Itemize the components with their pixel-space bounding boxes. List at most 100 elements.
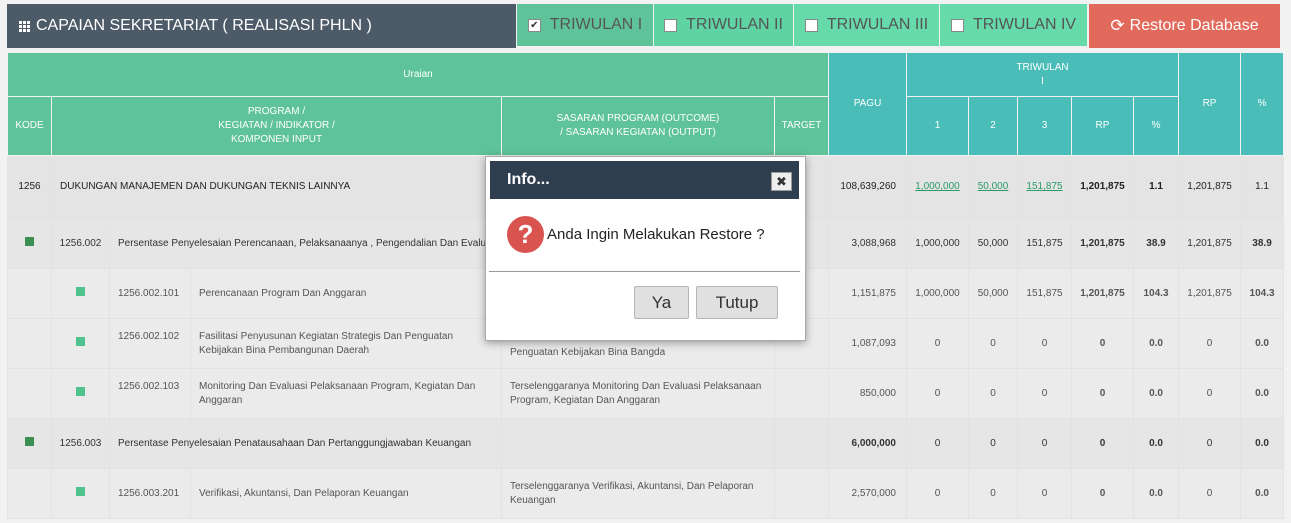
header-kode: KODE	[7, 96, 52, 156]
row-rp-total: 1,201,875	[1178, 218, 1242, 269]
grid-icon	[19, 20, 30, 32]
header-pct-total: %	[1240, 52, 1285, 156]
row-m1: 0	[906, 468, 969, 519]
row-m2-cell: 50,000	[968, 155, 1018, 219]
row-name: Persentase Penyelesaian Penatausahaan Da…	[109, 418, 502, 469]
row-m3: 151,875	[1017, 268, 1072, 319]
row-m1: 0	[906, 418, 969, 469]
row-m2-link[interactable]: 50,000	[978, 181, 1009, 192]
row-rp: 0	[1071, 368, 1134, 419]
row-marker	[51, 468, 110, 519]
row-target	[774, 468, 829, 519]
row-code: 1256.002.103	[118, 361, 191, 426]
header-triwulan-line: I	[1041, 75, 1044, 87]
row-pagu: 1,087,093	[828, 318, 907, 369]
tab-label: TRIWULAN I	[549, 16, 643, 33]
header-pagu: PAGU	[828, 52, 907, 156]
row-marker	[7, 418, 52, 469]
row-m1: 0	[906, 368, 969, 419]
row-code: 1256.002	[51, 218, 110, 269]
row-m1: 1,000,000	[906, 218, 969, 269]
dialog-body: ? Anda Ingin Melakukan Restore ?	[507, 216, 765, 253]
top-bar: CAPAIAN SEKRETARIAT ( REALISASI PHLN ) ✔…	[7, 4, 1283, 48]
tab-triwulan-4[interactable]: TRIWULAN IV	[940, 4, 1088, 46]
checkbox-icon[interactable]	[804, 18, 818, 32]
header-col-2: 2	[968, 96, 1018, 156]
row-pct: 104.3	[1132, 268, 1180, 319]
close-icon[interactable]: ✖	[771, 172, 792, 191]
question-icon: ?	[507, 216, 544, 253]
table-row[interactable]: 1256.003.201 Verifikasi, Akuntansi, Dan …	[7, 468, 1285, 519]
table-row[interactable]: 1256.003 Persentase Penyelesaian Penatau…	[7, 418, 1285, 469]
dialog-divider	[489, 271, 800, 272]
checkbox-checked-icon[interactable]: ✔	[527, 18, 541, 32]
row-m3: 0	[1017, 468, 1072, 519]
header-col-3: 3	[1017, 96, 1072, 156]
row-sasaran: Terselenggaranya Verifikasi, Akuntansi, …	[501, 468, 775, 519]
table-row[interactable]: 1256.002.103 Monitoring Dan Evaluasi Pel…	[7, 361, 1285, 426]
row-pagu: 3,088,968	[828, 218, 907, 269]
row-m3: 0	[1017, 318, 1072, 369]
row-m3: 0	[1017, 368, 1072, 419]
row-rp-total: 0	[1178, 468, 1242, 519]
row-marker	[7, 218, 52, 269]
row-pct-total: 0.0	[1240, 468, 1285, 519]
ya-button[interactable]: Ya	[634, 286, 689, 319]
row-name: Monitoring Dan Evaluasi Pelaksanaan Prog…	[199, 380, 476, 406]
header-sasaran-line: SASARAN PROGRAM (OUTCOME)	[556, 113, 720, 124]
checkbox-icon[interactable]	[950, 18, 964, 32]
row-name-cell: 1256.002.103 Monitoring Dan Evaluasi Pel…	[109, 361, 502, 426]
header-col-pct: %	[1132, 96, 1180, 156]
header-triwulan-line: TRIWULAN	[1016, 61, 1069, 73]
header-uraian: Uraian	[7, 52, 829, 97]
header-rp-total: RP	[1178, 52, 1242, 156]
row-sasaran: Terselenggaranya Monitoring Dan Evaluasi…	[501, 368, 775, 419]
checkbox-icon[interactable]	[664, 18, 678, 32]
row-m3: 0	[1017, 418, 1072, 469]
row-pct: 0.0	[1132, 318, 1180, 369]
tutup-button[interactable]: Tutup	[696, 286, 778, 319]
row-m3-link[interactable]: 151,875	[1026, 181, 1062, 192]
row-target	[774, 368, 829, 419]
tab-label: TRIWULAN IV	[972, 16, 1077, 33]
tab-triwulan-1[interactable]: ✔ TRIWULAN I	[517, 4, 654, 46]
refresh-icon: ⟳	[1110, 16, 1125, 35]
row-target	[774, 418, 829, 469]
row-m1: 0	[906, 318, 969, 369]
row-pct-total: 38.9	[1240, 218, 1285, 269]
row-pct-total: 0.0	[1240, 418, 1285, 469]
header-program-line: KEGIATAN / INDIKATOR /	[218, 120, 335, 131]
tab-triwulan-2[interactable]: TRIWULAN II	[654, 4, 794, 46]
row-rp-total: 0	[1178, 318, 1242, 369]
row-code: 1256	[7, 155, 52, 219]
row-name-cell: 1256.003.201 Verifikasi, Akuntansi, Dan …	[109, 468, 502, 519]
info-dialog: Info... ✖ ? Anda Ingin Melakukan Restore…	[485, 156, 806, 341]
square-marker-icon	[25, 436, 34, 446]
row-rp: 0	[1071, 418, 1134, 469]
row-pct: 38.9	[1132, 218, 1180, 269]
row-marker	[51, 268, 110, 319]
row-pct: 0.0	[1132, 368, 1180, 419]
row-m2: 0	[968, 418, 1018, 469]
tab-triwulan-3[interactable]: TRIWULAN III	[794, 4, 940, 46]
tab-label: TRIWULAN III	[826, 16, 929, 33]
row-m2: 50,000	[968, 218, 1018, 269]
row-rp: 1,201,875	[1071, 268, 1134, 319]
restore-database-button[interactable]: ⟳ Restore Database	[1089, 4, 1280, 48]
row-sasaran	[501, 418, 775, 469]
dialog-header: Info... ✖	[490, 161, 799, 199]
header-col-rp: RP	[1071, 96, 1134, 156]
header-sasaran-line: / SASARAN KEGIATAN (OUTPUT)	[560, 127, 716, 138]
quarter-tabs: ✔ TRIWULAN I TRIWULAN II TRIWULAN III TR…	[517, 4, 1088, 48]
row-m1-link[interactable]: 1,000,000	[915, 181, 960, 192]
row-rp-total: 1,201,875	[1178, 268, 1242, 319]
row-indent	[7, 268, 52, 319]
row-name: Fasilitasi Penyusunan Kegiatan Strategis…	[199, 330, 454, 356]
page-title-box: CAPAIAN SEKRETARIAT ( REALISASI PHLN )	[7, 4, 516, 48]
row-rp: 1,201,875	[1071, 155, 1134, 219]
row-m3: 151,875	[1017, 218, 1072, 269]
row-rp-total: 0	[1178, 418, 1242, 469]
row-m3-cell: 151,875	[1017, 155, 1072, 219]
row-indent	[7, 318, 52, 369]
row-pct-total: 0.0	[1240, 368, 1285, 419]
